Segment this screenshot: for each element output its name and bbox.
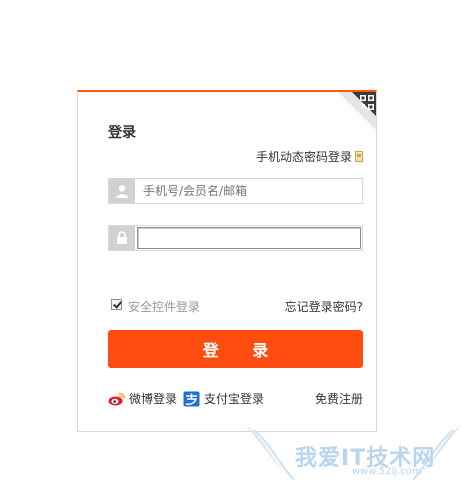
login-button[interactable]: 登 录 xyxy=(108,330,363,368)
weibo-login-label: 微博登录 xyxy=(129,392,178,406)
username-field[interactable] xyxy=(108,178,363,204)
alipay-icon xyxy=(183,391,201,407)
third-party-login-row: 微博登录 支付宝登录 免费注册 xyxy=(108,390,363,408)
secure-control-checkbox[interactable] xyxy=(111,299,122,310)
alipay-login-label: 支付宝登录 xyxy=(204,392,265,406)
username-input[interactable] xyxy=(139,180,360,202)
password-input[interactable] xyxy=(137,227,361,249)
options-row: 安全控件登录 忘记登录密码? xyxy=(111,298,363,314)
login-panel: 登录 手机动态密码登录 安全控件登录 忘记登录密码? 登 录 xyxy=(77,90,377,432)
register-label: 免费注册 xyxy=(314,392,363,406)
login-title: 登录 xyxy=(108,125,136,141)
alipay-login-link[interactable]: 支付宝登录 xyxy=(183,390,264,407)
password-field[interactable] xyxy=(108,225,363,251)
lock-icon xyxy=(109,226,135,250)
weibo-icon xyxy=(108,392,126,406)
weibo-login-link[interactable]: 微博登录 xyxy=(108,390,177,407)
sms-login-label: 手机动态密码登录 xyxy=(255,150,352,164)
register-link[interactable]: 免费注册 xyxy=(315,390,363,407)
watermark-url: www.52ij.com xyxy=(352,466,422,477)
qr-code-icon[interactable] xyxy=(338,92,376,130)
user-icon xyxy=(109,179,135,203)
phone-icon xyxy=(355,151,363,162)
secure-control-label: 安全控件登录 xyxy=(128,300,201,314)
sms-login-link[interactable]: 手机动态密码登录 xyxy=(256,148,363,165)
forgot-password-link[interactable]: 忘记登录密码? xyxy=(285,298,363,315)
